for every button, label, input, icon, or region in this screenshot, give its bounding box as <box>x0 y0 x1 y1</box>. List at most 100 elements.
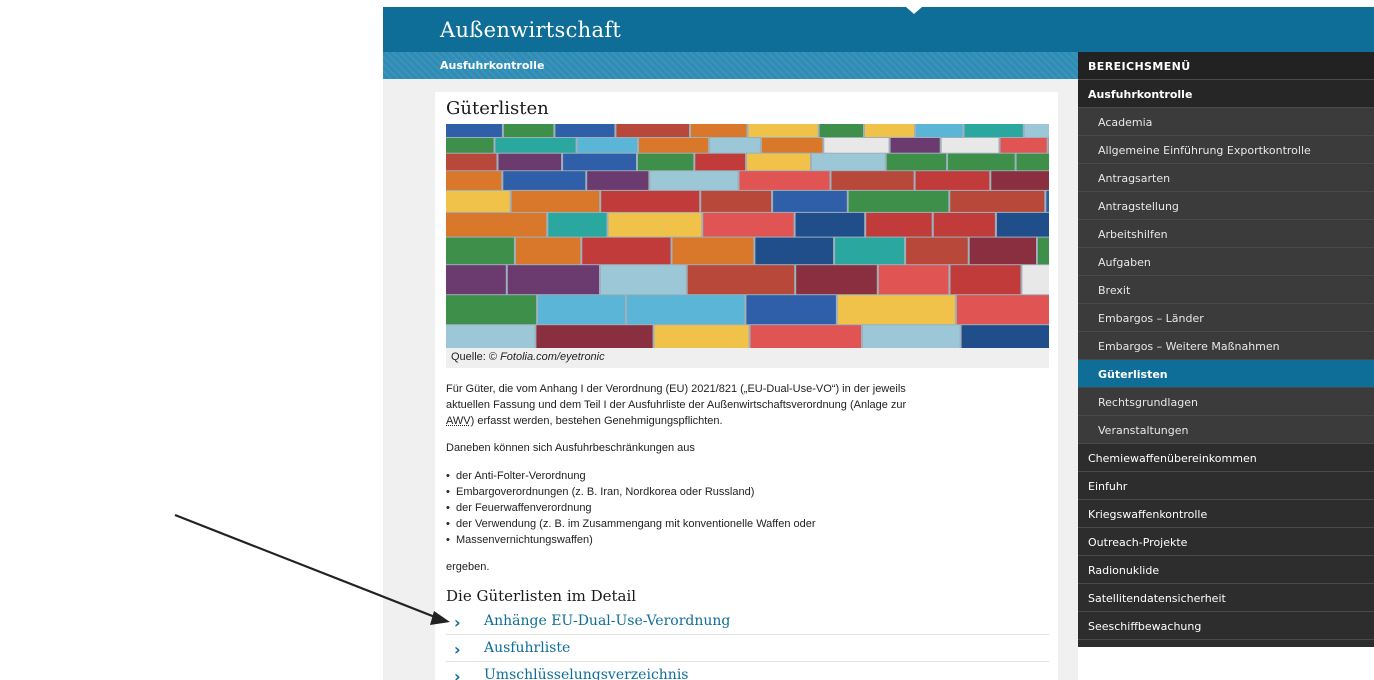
shipping-container <box>773 190 847 212</box>
shipping-container <box>1046 190 1049 212</box>
shipping-container <box>555 124 615 137</box>
menu-item-embargos-massnahmen[interactable]: Embargos – Weitere Maßnahmen <box>1078 332 1374 360</box>
shipping-container <box>587 171 649 190</box>
site-title[interactable]: Außenwirtschaft <box>440 18 621 42</box>
shipping-container <box>796 265 877 295</box>
shipping-container <box>639 138 709 153</box>
shipping-container <box>878 265 949 295</box>
menu-item-radionuklide[interactable]: Radionuklide <box>1078 556 1374 584</box>
link-label[interactable]: Ausfuhrliste <box>484 640 570 656</box>
list-item: der Feuerwaffenverordnung <box>446 500 1036 516</box>
restrictions-list: der Anti-Folter-Verordnung Embargoverord… <box>446 468 1036 548</box>
menu-item-einfuehrung-exportkontrolle[interactable]: Allgemeine Einführung Exportkontrolle <box>1078 136 1374 164</box>
awv-abbreviation[interactable]: AWV <box>446 415 471 427</box>
menu-item-arbeitshilfen[interactable]: Arbeitshilfen <box>1078 220 1374 248</box>
side-menu: BEREICHSMENÜ Ausfuhrkontrolle Academia A… <box>1078 52 1374 647</box>
shipping-container <box>650 171 738 190</box>
shipping-container <box>761 138 823 153</box>
link-dual-use-annexes[interactable]: › Anhänge EU-Dual-Use-Verordnung <box>446 608 1049 635</box>
shipping-container <box>627 295 745 325</box>
shipping-container <box>703 212 794 237</box>
link-label[interactable]: Umschlüsselungsverzeichnis <box>484 667 688 680</box>
shipping-container <box>750 325 861 348</box>
shipping-container <box>837 295 955 325</box>
menu-section-ausfuhrkontrolle[interactable]: Ausfuhrkontrolle <box>1078 80 1374 108</box>
shipping-container <box>654 325 749 348</box>
intro-paragraph: Für Güter, die vom Anhang I der Verordnu… <box>446 381 1036 429</box>
intro-line-1: Für Güter, die vom Anhang I der Verordnu… <box>446 383 906 395</box>
shipping-container <box>956 295 1049 325</box>
shipping-container <box>835 237 905 265</box>
detail-links: › Anhänge EU-Dual-Use-Verordnung › Ausfu… <box>446 608 1049 680</box>
menu-item-einfuhr[interactable]: Einfuhr <box>1078 472 1374 500</box>
menu-item-outreach[interactable]: Outreach-Projekte <box>1078 528 1374 556</box>
shipping-container <box>1024 124 1049 137</box>
shipping-container <box>866 212 932 237</box>
link-label[interactable]: Anhänge EU-Dual-Use-Verordnung <box>484 613 730 629</box>
header-notch <box>906 7 922 14</box>
shipping-container <box>948 153 1015 171</box>
menu-item-brexit[interactable]: Brexit <box>1078 276 1374 304</box>
shipping-container <box>691 124 747 137</box>
breadcrumb[interactable]: Ausfuhrkontrolle <box>440 59 544 72</box>
menu-item-antragstellung[interactable]: Antragstellung <box>1078 192 1374 220</box>
shipping-container <box>755 237 834 265</box>
shipping-container <box>1037 237 1049 265</box>
shipping-container <box>739 171 830 190</box>
shipping-container <box>446 212 547 237</box>
shipping-container <box>446 237 514 265</box>
list-item: der Verwendung (z. B. im Zusammengang mi… <box>446 516 1036 532</box>
shipping-container <box>1022 265 1049 295</box>
shipping-container <box>747 153 810 171</box>
intro-line-3: ) erfasst werden, bestehen Genehmigungsp… <box>470 415 723 427</box>
menu-item-veranstaltungen[interactable]: Veranstaltungen <box>1078 416 1374 444</box>
shipping-container <box>563 153 636 171</box>
shipping-container <box>446 153 497 171</box>
shipping-container <box>941 138 999 153</box>
shipping-container <box>863 325 960 348</box>
shipping-container <box>507 265 599 295</box>
shipping-container <box>446 325 535 348</box>
shipping-container <box>996 212 1049 237</box>
shipping-container <box>916 124 963 137</box>
shipping-container <box>824 138 889 153</box>
menu-item-embargos-laender[interactable]: Embargos – Länder <box>1078 304 1374 332</box>
caption-prefix: Quelle: © <box>451 351 501 363</box>
shipping-container <box>577 138 637 153</box>
site-header: Außenwirtschaft <box>383 7 1374 52</box>
link-umschluesselungsverzeichnis[interactable]: › Umschlüsselungsverzeichnis <box>446 662 1049 680</box>
menu-item-kriegswaffenkontrolle[interactable]: Kriegswaffenkontrolle <box>1078 500 1374 528</box>
shipping-container <box>886 153 947 171</box>
shipping-container <box>503 171 586 190</box>
menu-item-chemiewaffen[interactable]: Chemiewaffenübereinkommen <box>1078 444 1374 472</box>
shipping-container <box>890 138 940 153</box>
shipping-container <box>495 138 576 153</box>
shipping-container <box>906 237 968 265</box>
shipping-container <box>616 124 689 137</box>
menu-item-satellitendatensicherheit[interactable]: Satellitendatensicherheit <box>1078 584 1374 612</box>
menu-item-rechtsgrundlagen[interactable]: Rechtsgrundlagen <box>1078 388 1374 416</box>
menu-item-aufgaben[interactable]: Aufgaben <box>1078 248 1374 276</box>
shipping-container <box>819 124 863 137</box>
main-content: Güterlisten Quelle: © Fotolia.com/eyetro… <box>435 92 1058 680</box>
menu-item-antragsarten[interactable]: Antragsarten <box>1078 164 1374 192</box>
menu-item-seeschiffbewachung[interactable]: Seeschiffbewachung <box>1078 612 1374 640</box>
shipping-container <box>933 212 995 237</box>
list-item: der Anti-Folter-Verordnung <box>446 468 1036 484</box>
shipping-container <box>991 171 1049 190</box>
breadcrumb-bar: Ausfuhrkontrolle <box>383 52 1078 79</box>
link-ausfuhrliste[interactable]: › Ausfuhrliste <box>446 635 1049 662</box>
shipping-container <box>950 190 1045 212</box>
chevron-right-icon: › <box>454 667 461 680</box>
shipping-container <box>638 153 694 171</box>
shipping-container <box>503 124 554 137</box>
shipping-container <box>608 212 702 237</box>
page-title: Güterlisten <box>446 98 549 119</box>
menu-item-gueterlisten[interactable]: Güterlisten <box>1078 360 1374 388</box>
menu-item-academia[interactable]: Academia <box>1078 108 1374 136</box>
shipping-container <box>536 325 653 348</box>
shipping-container <box>746 295 836 325</box>
intro-line-2: aktuellen Fassung und dem Teil I der Aus… <box>446 399 907 411</box>
shipping-container <box>865 124 915 137</box>
list-item-continuation: Massenvernichtungswaffen) <box>446 532 1036 548</box>
